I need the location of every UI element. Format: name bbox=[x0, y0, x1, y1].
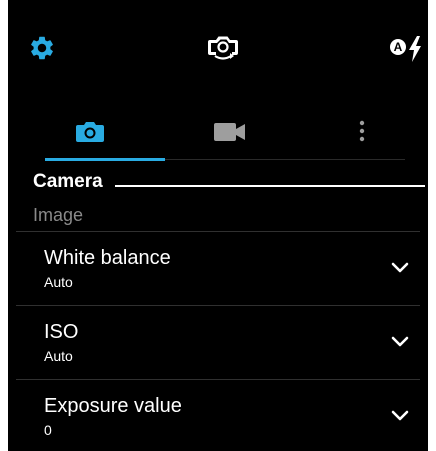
tab-divider bbox=[165, 159, 405, 160]
setting-label: ISO bbox=[44, 321, 79, 343]
setting-value: Auto bbox=[44, 274, 73, 290]
setting-iso[interactable]: ISO Auto bbox=[16, 305, 420, 379]
chevron-down-icon[interactable] bbox=[391, 262, 409, 274]
more-vertical-icon[interactable] bbox=[359, 120, 365, 142]
setting-label: White balance bbox=[44, 247, 171, 269]
chevron-down-icon[interactable] bbox=[391, 410, 409, 422]
setting-value: 0 bbox=[44, 422, 52, 438]
category-label: Image bbox=[33, 205, 84, 225]
auto-flash-icon[interactable]: A bbox=[389, 36, 423, 62]
gear-icon[interactable] bbox=[28, 34, 56, 62]
setting-white-balance[interactable]: White balance Auto bbox=[16, 231, 420, 305]
setting-value: Auto bbox=[44, 348, 73, 364]
chevron-down-icon[interactable] bbox=[391, 336, 409, 348]
video-icon[interactable] bbox=[214, 123, 246, 141]
switch-camera-icon[interactable] bbox=[206, 33, 240, 61]
camera-icon[interactable] bbox=[75, 120, 105, 144]
section-title: Camera bbox=[33, 171, 103, 192]
setting-label: Exposure value bbox=[44, 395, 182, 417]
camera-settings-screen: A Camera Image White balance Auto ISO Au… bbox=[8, 0, 428, 451]
tab-selected-indicator bbox=[45, 158, 165, 161]
auto-flash-badge: A bbox=[393, 40, 403, 54]
section-title-rule bbox=[115, 185, 425, 187]
setting-exposure-value[interactable]: Exposure value 0 bbox=[16, 379, 420, 451]
